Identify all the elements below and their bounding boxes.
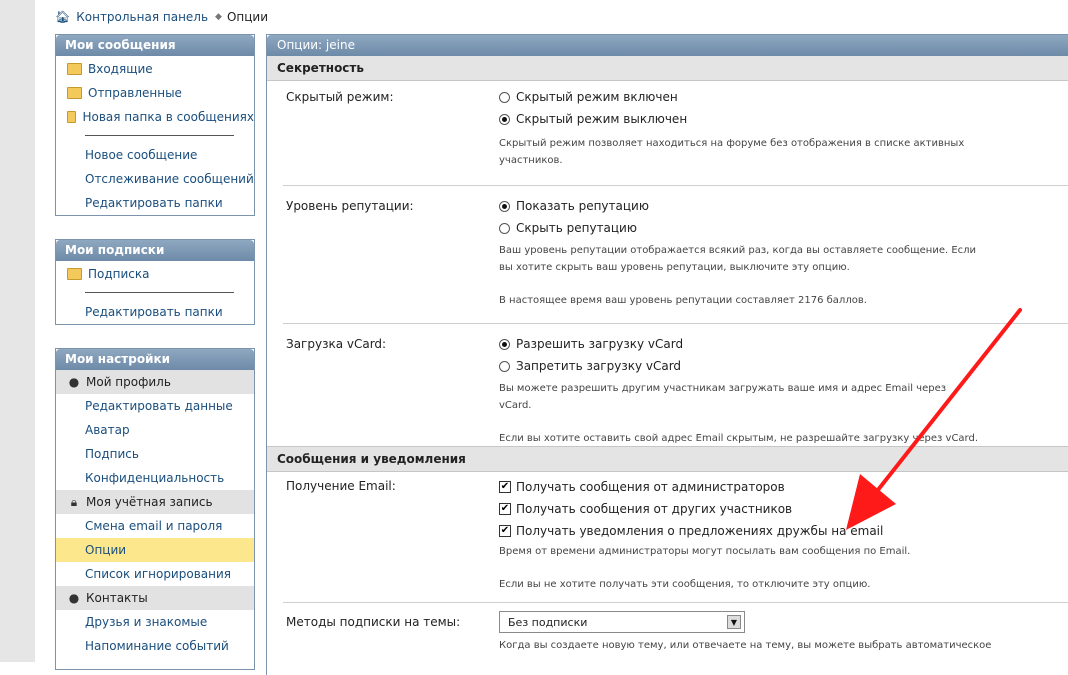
option-description: Когда вы создаете новую тему, или отвеча… xyxy=(499,640,992,651)
left-gutter xyxy=(0,0,35,662)
breadcrumb-separator-icon: ◆ xyxy=(215,12,222,22)
section-privacy-title: Секретность xyxy=(267,56,1068,81)
sidebar-settings-title: Мои настройки xyxy=(56,349,254,370)
lock-icon: 🔒︎ xyxy=(70,495,78,509)
radio-reputation-hide[interactable]: Скрыть репутацию xyxy=(499,217,1068,239)
folder-icon xyxy=(67,268,82,280)
radio-icon xyxy=(499,91,510,103)
sidebar-item-privacy[interactable]: Конфиденциальность xyxy=(56,466,254,490)
breadcrumb-home-link[interactable]: Контрольная панель xyxy=(76,10,208,24)
option-description: Время от времени администраторы могут по… xyxy=(499,546,911,557)
sidebar-category-profile: ● Мой профиль xyxy=(56,370,254,394)
option-vcard: Загрузка vCard: Разрешить загрузку vCard… xyxy=(283,324,1068,446)
checkbox-friend-notifications[interactable]: ✔ Получать уведомления о предложениях дру… xyxy=(499,520,1068,542)
option-label: Загрузка vCard: xyxy=(286,337,387,351)
radio-hidden-off[interactable]: Скрытый режим выключен xyxy=(499,108,1068,130)
page: 🏠︎ Контрольная панель ◆ Опции Мои сообще… xyxy=(35,0,1068,675)
option-description: Ваш уровень репутации отображается всяки… xyxy=(499,245,977,273)
radio-icon xyxy=(499,222,510,234)
sidebar-category-contacts: ● Контакты xyxy=(56,586,254,610)
sidebar-messages: Мои сообщения Входящие Отправленные Нова… xyxy=(55,34,255,216)
sidebar-item-new-folder[interactable]: Новая папка в сообщениях xyxy=(56,105,254,129)
checkbox-checked-icon: ✔ xyxy=(499,503,511,515)
option-description-2: Если вы не хотите получать эти сообщения… xyxy=(499,579,871,590)
radio-reputation-show[interactable]: Показать репутацию xyxy=(499,195,1068,217)
option-reputation: Уровень репутации: Показать репутацию Ск… xyxy=(283,186,1068,324)
radio-selected-icon xyxy=(499,338,510,350)
sidebar-item-track-messages[interactable]: Отслеживание сообщений xyxy=(56,167,254,191)
checkbox-checked-icon: ✔ xyxy=(499,525,511,537)
user-icon: ● xyxy=(68,375,80,389)
folder-icon xyxy=(67,63,82,75)
option-email: Получение Email: ✔ Получать сообщения от … xyxy=(283,472,1068,603)
options-panel: Опции: jeine Секретность Скрытый режим: … xyxy=(266,34,1068,675)
divider xyxy=(85,135,234,136)
home-icon[interactable]: 🏠︎ xyxy=(55,10,70,24)
sidebar-item-avatar[interactable]: Аватар xyxy=(56,418,254,442)
checkbox-admin-messages[interactable]: ✔ Получать сообщения от администраторов xyxy=(499,476,1068,498)
sidebar-item-new-message[interactable]: Новое сообщение xyxy=(56,143,254,167)
radio-hidden-on[interactable]: Скрытый режим включен xyxy=(499,86,1068,108)
chevron-down-icon[interactable]: ▼ xyxy=(727,615,741,629)
sidebar-item-signature[interactable]: Подпись xyxy=(56,442,254,466)
radio-vcard-deny[interactable]: Запретить загрузку vCard xyxy=(499,355,1068,377)
sidebar-item-subscription[interactable]: Подписка xyxy=(56,262,254,286)
checkbox-checked-icon: ✔ xyxy=(499,481,511,493)
radio-selected-icon xyxy=(499,113,510,125)
sidebar-settings: Мои настройки ● Мой профиль Редактировать… xyxy=(55,348,255,670)
radio-vcard-allow[interactable]: Разрешить загрузку vCard xyxy=(499,333,1068,355)
sidebar-subscriptions: Мои подписки Подписка Редактировать папк… xyxy=(55,239,255,325)
option-label: Уровень репутации: xyxy=(286,199,414,213)
sidebar-item-event-reminders[interactable]: Напоминание событий xyxy=(56,634,254,658)
sidebar-item-sent[interactable]: Отправленные xyxy=(56,81,254,105)
option-label: Методы подписки на темы: xyxy=(286,615,461,629)
reputation-current: В настоящее время ваш уровень репутации … xyxy=(499,295,867,306)
radio-icon xyxy=(499,360,510,372)
breadcrumb: 🏠︎ Контрольная панель ◆ Опции xyxy=(55,10,268,24)
divider xyxy=(85,292,234,293)
checkbox-member-messages[interactable]: ✔ Получать сообщения от других участников xyxy=(499,498,1068,520)
sidebar-item-edit-profile[interactable]: Редактировать данные xyxy=(56,394,254,418)
breadcrumb-current: Опции xyxy=(226,10,269,24)
sidebar-item-edit-sub-folders[interactable]: Редактировать папки xyxy=(56,300,254,324)
sidebar-item-inbox[interactable]: Входящие xyxy=(56,57,254,81)
sidebar-item-edit-folders[interactable]: Редактировать папки xyxy=(56,191,254,215)
radio-selected-icon xyxy=(499,200,510,212)
contacts-icon: ● xyxy=(68,591,80,605)
option-subscription-method: Методы подписки на темы: Без подписки ▼ … xyxy=(283,603,1068,663)
sidebar-messages-title: Мои сообщения xyxy=(56,35,254,56)
option-description: Скрытый режим позволяет находиться на фо… xyxy=(499,138,965,166)
folder-icon xyxy=(67,111,77,123)
sidebar-category-account: 🔒︎ Моя учётная запись xyxy=(56,490,254,514)
sidebar-item-options[interactable]: Опции xyxy=(56,538,254,562)
sidebar-item-friends[interactable]: Друзья и знакомые xyxy=(56,610,254,634)
subscription-method-select[interactable]: Без подписки ▼ xyxy=(499,611,745,633)
option-label: Скрытый режим: xyxy=(286,90,394,104)
sidebar-item-change-email[interactable]: Смена email и пароля xyxy=(56,514,254,538)
sidebar-subscriptions-title: Мои подписки xyxy=(56,240,254,261)
option-label: Получение Email: xyxy=(286,479,396,493)
sidebar-item-ignore-list[interactable]: Список игнорирования xyxy=(56,562,254,586)
option-hidden-mode: Скрытый режим: Скрытый режим включен Скр… xyxy=(283,81,1068,186)
options-title: Опции: jeine xyxy=(267,35,1068,56)
folder-icon xyxy=(67,87,82,99)
option-description: Вы можете разрешить другим участникам за… xyxy=(499,383,947,411)
option-description-2: Если вы хотите оставить свой адрес Email… xyxy=(499,433,979,444)
section-notifications-title: Сообщения и уведомления xyxy=(267,446,1068,472)
